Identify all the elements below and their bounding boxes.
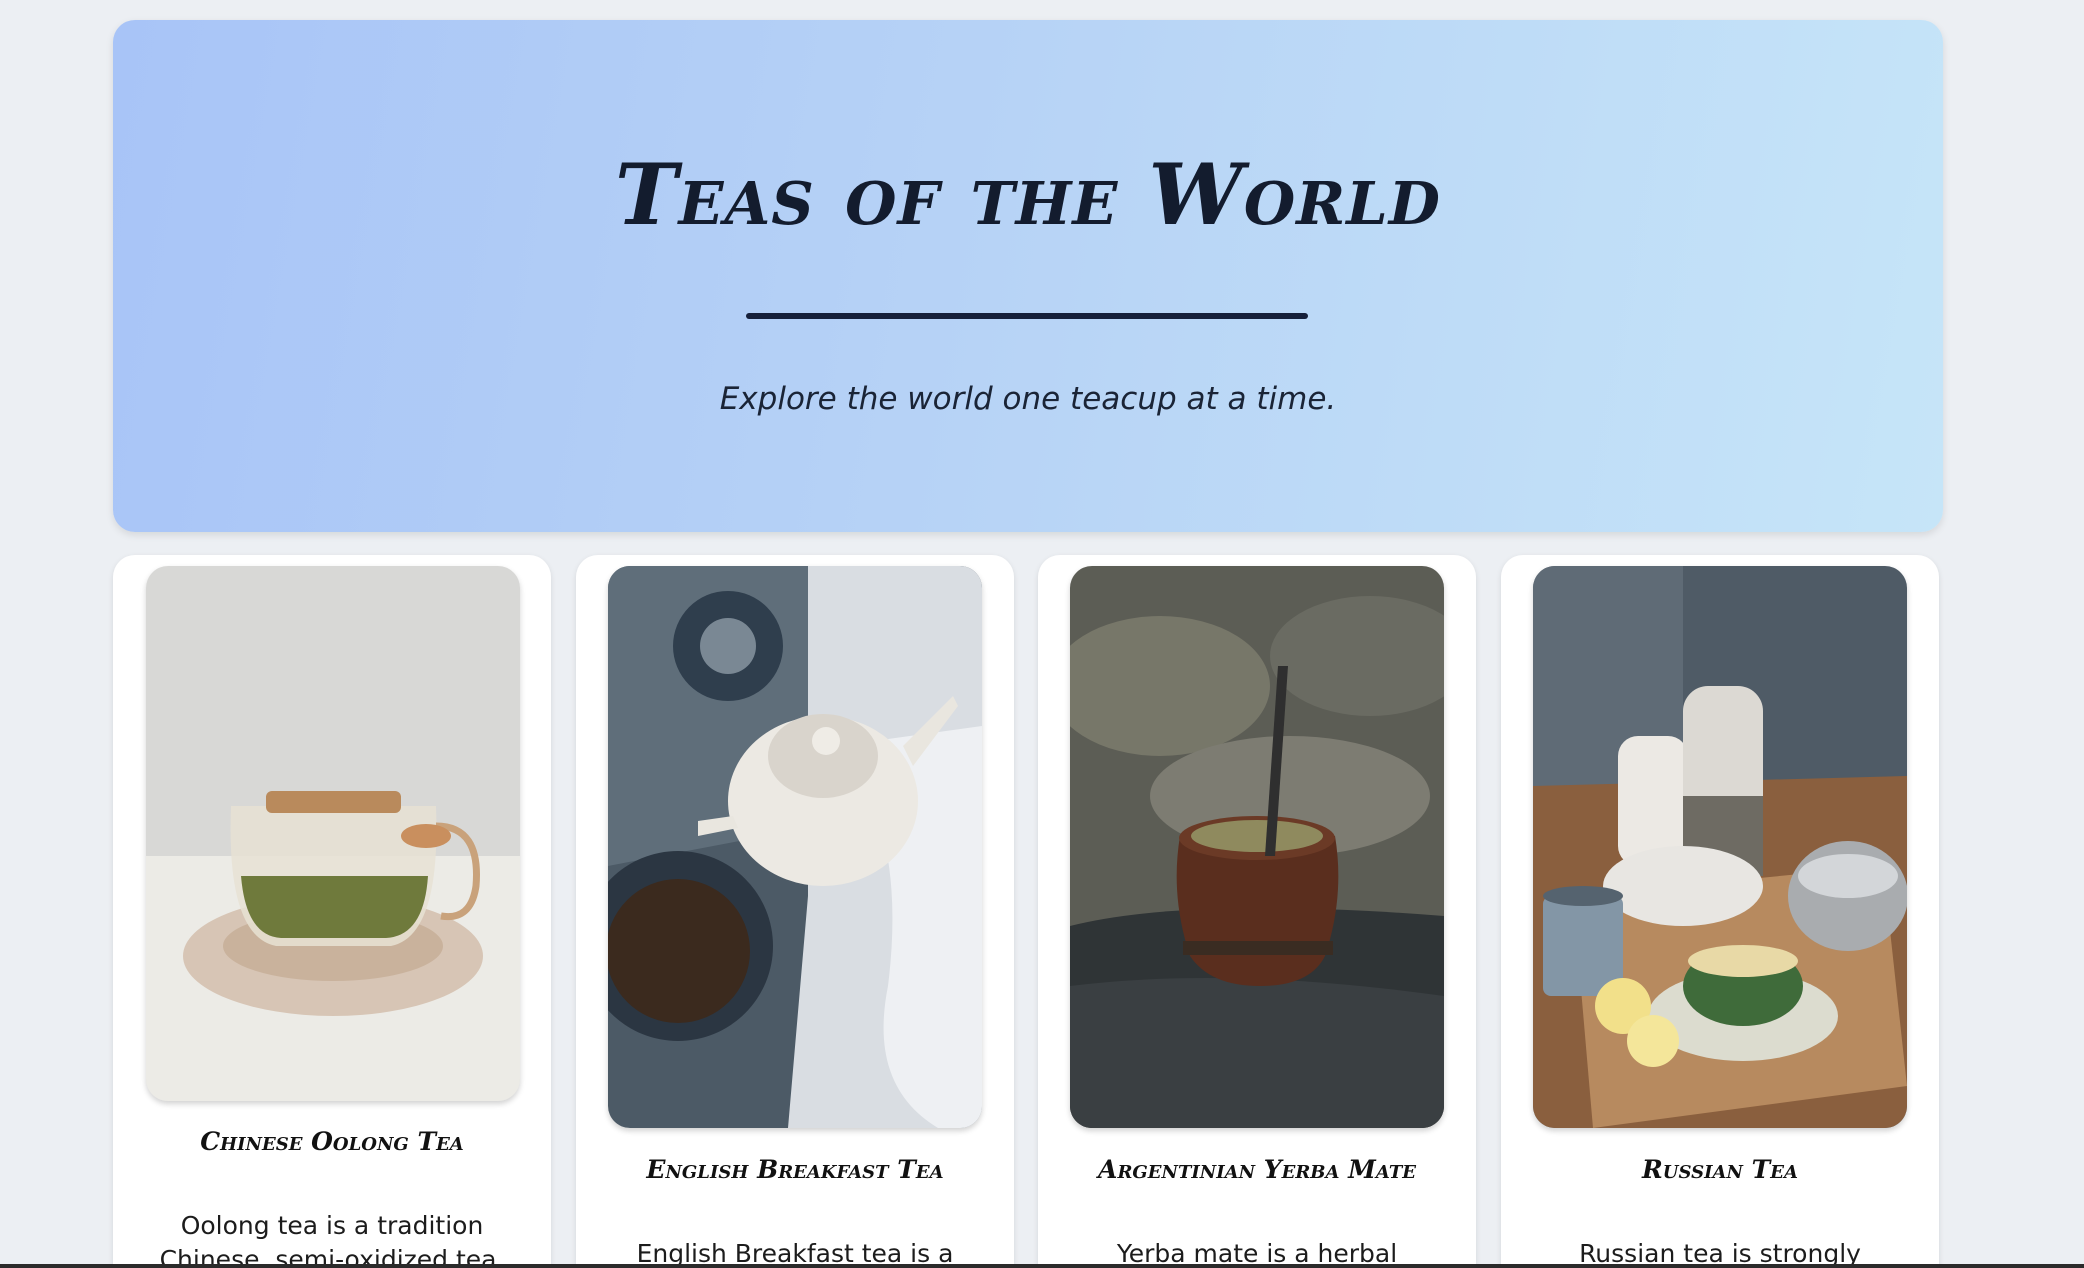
english-breakfast-photo — [608, 566, 982, 1128]
title-divider — [746, 313, 1308, 319]
card-description: Oolong tea is a tradition Chinese, semi-… — [159, 1211, 505, 1268]
russian-tea-photo — [1533, 566, 1907, 1128]
hero-banner: Teas of the World Explore the world one … — [113, 20, 1943, 532]
lemon-tea-image — [1533, 566, 1907, 1128]
yerba-mate-photo — [1070, 566, 1444, 1128]
top-strip — [0, 0, 2084, 18]
mate-gourd-image — [1070, 566, 1444, 1128]
tea-card-russian[interactable]: Russian Tea Russian tea is strongly stee… — [1501, 555, 1939, 1268]
card-title: Argentinian Yerba Mate — [1098, 1155, 1416, 1184]
card-title: Chinese Oolong Tea — [200, 1127, 464, 1156]
page: Teas of the World Explore the world one … — [0, 0, 2084, 1268]
tea-card-yerba-mate[interactable]: Argentinian Yerba Mate Yerba mate is a h… — [1038, 555, 1476, 1268]
window-bottom-edge — [0, 1264, 2084, 1268]
glass-teapot-image — [146, 566, 520, 1101]
tea-card-english-breakfast[interactable]: English Breakfast Tea English Breakfast … — [576, 555, 1014, 1268]
card-title: Russian Tea — [1642, 1155, 1798, 1184]
tea-card-oolong[interactable]: Chinese Oolong Tea Oolong tea is a tradi… — [113, 555, 551, 1268]
card-title: English Breakfast Tea — [646, 1155, 944, 1184]
oolong-tea-photo — [146, 566, 520, 1101]
page-title: Teas of the World — [615, 145, 1441, 244]
page-subtitle: Explore the world one teacup at a time. — [719, 381, 1337, 417]
white-teapot-image — [608, 566, 982, 1128]
